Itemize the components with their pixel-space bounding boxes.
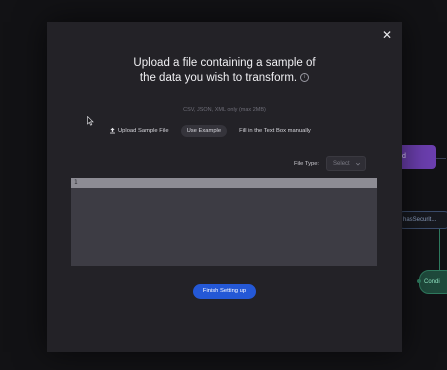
file-format-hint: CSV, JSON, XML only (max 2MB) [183,107,266,113]
editor-line-number: 1 [74,179,78,186]
file-type-label: File Type: [294,160,320,167]
upload-sample-file-label: Upload Sample File [118,127,169,134]
mouse-pointer-icon [87,116,94,126]
close-button[interactable]: ✕ [380,28,394,42]
sample-data-editor[interactable]: 1 [71,178,377,266]
dialog-title-line-2-text: the data you wish to transform. [139,72,298,84]
info-icon[interactable]: i [300,73,310,83]
dialog-title: Upload a file containing a sample of the… [87,56,362,86]
workflow-port [417,279,421,283]
close-icon[interactable]: ✕ [382,28,392,42]
fill-manually-button[interactable]: Fill in the Text Box manually [239,128,311,134]
editor-active-line: 1 [71,178,377,188]
use-example-label: Use Example [186,127,222,134]
upload-sample-file-button[interactable]: Upload Sample File [109,127,169,134]
workflow-connector [439,225,440,271]
dialog-title-line-1: Upload a file containing a sample of [133,57,316,69]
file-type-select-value: Select [333,160,350,167]
file-type-control: File Type: Select [294,156,367,171]
chevron-down-icon [355,162,361,165]
source-actions: Upload Sample File Use Example Fill in t… [109,123,311,138]
finish-setting-up-button[interactable]: Finish Setting up [193,284,256,299]
upload-sample-dialog: ✕ Upload a file containing a sample of t… [47,22,402,352]
fill-manually-label: Fill in the Text Box manually [239,127,311,134]
workflow-node-condition[interactable]: Condi [419,270,447,294]
file-type-select[interactable]: Select [326,156,367,171]
workflow-node-pill[interactable]: hasSecurit... [396,211,447,229]
use-example-button[interactable]: Use Example [180,124,228,137]
workflow-node-purple[interactable]: d [398,145,436,169]
dialog-title-line-2: the data you wish to transform. i [87,71,362,86]
upload-icon [110,127,115,134]
